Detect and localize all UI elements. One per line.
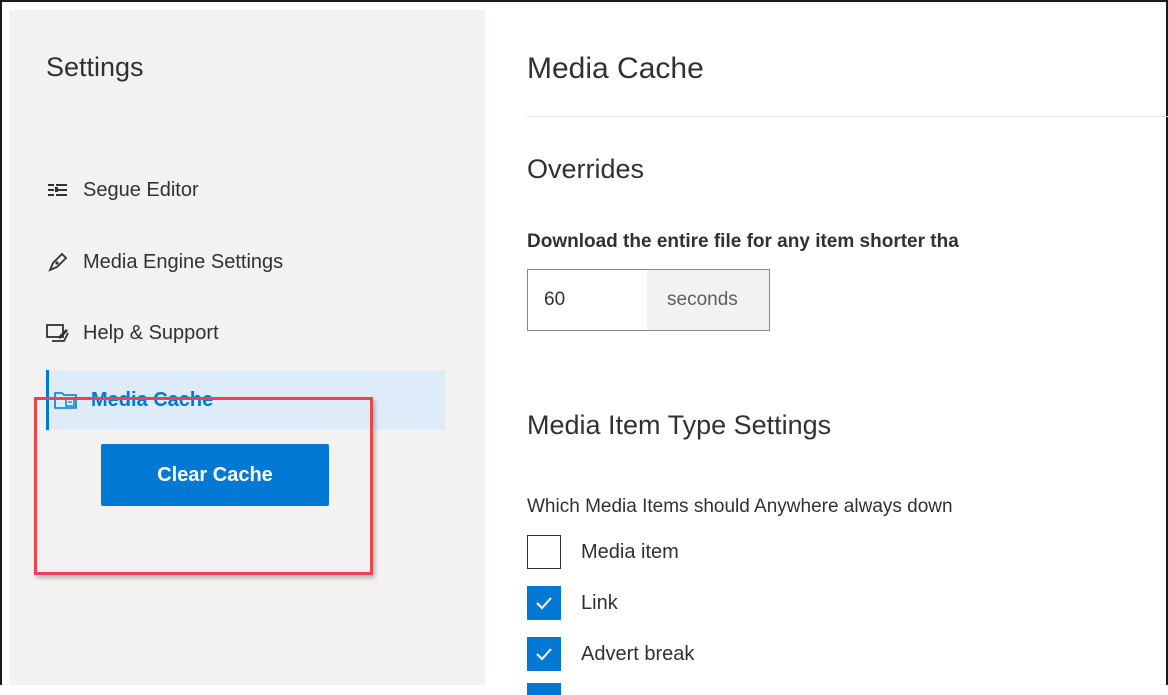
seconds-field: seconds <box>527 269 770 331</box>
seconds-input[interactable] <box>528 270 647 330</box>
sidebar-item-label: Segue Editor <box>83 178 199 201</box>
segue-editor-icon <box>46 178 70 202</box>
seconds-suffix: seconds <box>647 270 769 330</box>
checkbox-checked[interactable] <box>527 586 561 620</box>
sidebar: Settings Segue Editor Media Engine Setti… <box>9 10 485 685</box>
sidebar-item-help-support[interactable]: Help & Support <box>46 303 445 363</box>
sidebar-item-segue-editor[interactable]: Segue Editor <box>46 160 445 220</box>
checkbox-media-item[interactable]: Media item <box>527 535 679 569</box>
checkbox-unchecked[interactable] <box>527 535 561 569</box>
sidebar-item-label: Media Engine Settings <box>83 250 284 273</box>
page-title: Media Cache <box>527 52 704 85</box>
checkbox-checked[interactable] <box>527 637 561 671</box>
help-support-icon <box>46 321 70 345</box>
checkbox-label: Link <box>581 591 618 614</box>
media-items-question: Which Media Items should Anywhere always… <box>527 496 953 517</box>
checkmark-icon <box>536 648 552 661</box>
sidebar-item-label: Help & Support <box>83 321 219 344</box>
media-item-type-heading: Media Item Type Settings <box>527 410 832 440</box>
sidebar-title: Settings <box>46 52 144 82</box>
checkmark-icon <box>536 597 552 610</box>
pen-icon <box>46 250 70 274</box>
overrides-heading: Overrides <box>527 154 645 184</box>
sidebar-item-media-engine-settings[interactable]: Media Engine Settings <box>46 232 445 292</box>
main-panel: Media Cache Overrides Download the entir… <box>485 10 1168 695</box>
download-shorter-label: Download the entire file for any item sh… <box>527 231 959 252</box>
checkbox-label: Advert break <box>581 642 695 665</box>
checkbox-advert-break[interactable]: Advert break <box>527 637 694 671</box>
checkbox-label: Media item <box>581 540 679 563</box>
divider <box>527 116 1168 117</box>
checkbox-link[interactable]: Link <box>527 586 618 620</box>
highlight-annotation-box <box>34 397 373 575</box>
